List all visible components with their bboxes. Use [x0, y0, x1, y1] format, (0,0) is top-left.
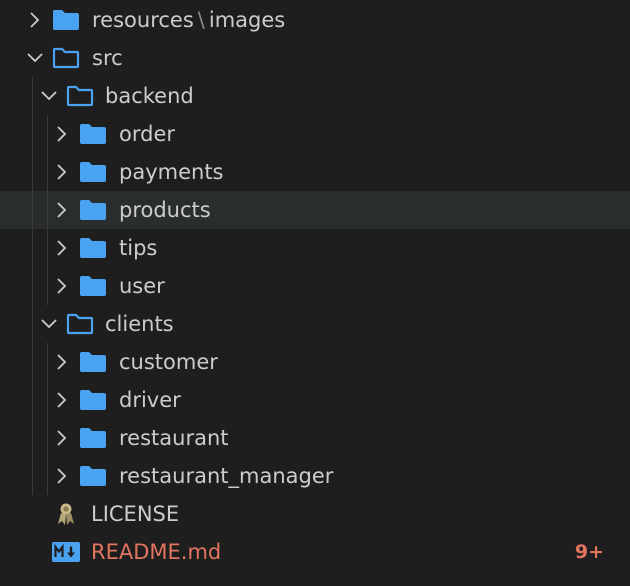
indent-guide [32, 77, 33, 115]
folder-icon [79, 191, 107, 229]
chevron-right-icon[interactable] [50, 343, 74, 381]
indent-guide [47, 457, 48, 495]
tree-item-payments[interactable]: payments [0, 153, 630, 191]
chevron-right-icon[interactable] [50, 419, 74, 457]
folder-icon [79, 419, 107, 457]
chevron-right-icon[interactable] [50, 229, 74, 267]
tree-item-label: tips [119, 236, 158, 260]
indent-guide [47, 343, 48, 381]
tree-item-label: products [119, 198, 211, 222]
indent-guide [47, 267, 48, 305]
tree-item-label: README.md [91, 540, 222, 564]
tree-item-label: order [119, 122, 175, 146]
folder-icon [79, 153, 107, 191]
tree-item-label: LICENSE [91, 502, 180, 526]
indent-guide [32, 267, 33, 305]
folder-open-icon [66, 77, 94, 115]
indent-guide [47, 115, 48, 153]
tree-item-order[interactable]: order [0, 115, 630, 153]
chevron-right-icon[interactable] [23, 1, 47, 39]
tree-item-license[interactable]: LICENSE [0, 495, 630, 533]
indent-guide [32, 381, 33, 419]
folder-icon [79, 457, 107, 495]
folder-icon [79, 115, 107, 153]
tree-item-label: restaurant [119, 426, 229, 450]
folder-icon [79, 343, 107, 381]
chevron-right-icon[interactable] [50, 191, 74, 229]
tree-item-src[interactable]: src [0, 39, 630, 77]
tree-item-label: customer [119, 350, 218, 374]
tree-item-label: resources \ images [92, 8, 286, 32]
chevron-down-icon[interactable] [37, 305, 61, 343]
folder-icon [79, 267, 107, 305]
file-explorer-tree: resources \ images src backend order pay… [0, 0, 630, 586]
indent-guide [32, 229, 33, 267]
indent-guide [32, 419, 33, 457]
indent-guide [32, 457, 33, 495]
tree-item-label: restaurant_manager [119, 464, 334, 488]
indent-guide [47, 191, 48, 229]
tree-item-readme[interactable]: README.md 9+ [0, 533, 630, 571]
tree-item-label: payments [119, 160, 224, 184]
folder-icon [79, 381, 107, 419]
indent-guide [47, 419, 48, 457]
tree-item-resources-images[interactable]: resources \ images [0, 1, 630, 39]
indent-guide [32, 343, 33, 381]
tree-item-tips[interactable]: tips [0, 229, 630, 267]
tree-item-customer[interactable]: customer [0, 343, 630, 381]
tree-item-label: backend [105, 84, 194, 108]
indent-guide [47, 229, 48, 267]
tree-item-label: driver [119, 388, 181, 412]
chevron-right-icon[interactable] [50, 153, 74, 191]
indent-guide [32, 115, 33, 153]
folder-icon [52, 1, 80, 39]
tree-item-clients[interactable]: clients [0, 305, 630, 343]
chevron-right-icon[interactable] [50, 457, 74, 495]
tree-item-driver[interactable]: driver [0, 381, 630, 419]
indent-guide [47, 153, 48, 191]
chevron-down-icon[interactable] [37, 77, 61, 115]
tree-item-products[interactable]: products [0, 191, 630, 229]
chevron-down-icon[interactable] [23, 39, 47, 77]
indent-guide [32, 191, 33, 229]
chevron-right-icon[interactable] [50, 115, 74, 153]
indent-guide [32, 153, 33, 191]
folder-open-icon [66, 305, 94, 343]
tree-item-backend[interactable]: backend [0, 77, 630, 115]
tree-item-label: src [92, 46, 123, 70]
tree-item-user[interactable]: user [0, 267, 630, 305]
problems-badge: 9+ [574, 541, 604, 563]
indent-guide [47, 381, 48, 419]
chevron-right-icon[interactable] [50, 381, 74, 419]
tree-item-label: user [119, 274, 165, 298]
chevron-right-icon[interactable] [50, 267, 74, 305]
indent-guide [32, 305, 33, 343]
license-ribbon-icon [56, 495, 76, 533]
tree-item-restaurant-manager[interactable]: restaurant_manager [0, 457, 630, 495]
folder-icon [79, 229, 107, 267]
markdown-icon [52, 533, 80, 571]
path-separator: \ [197, 8, 205, 32]
tree-item-restaurant[interactable]: restaurant [0, 419, 630, 457]
tree-item-label: clients [105, 312, 174, 336]
folder-open-icon [52, 39, 80, 77]
